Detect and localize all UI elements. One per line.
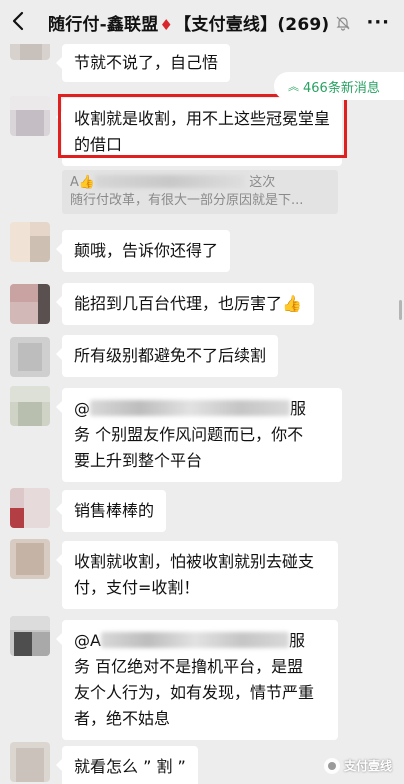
message-bubble[interactable]: @A 服 务 百亿绝对不是撸机平台，是盟 友个人行为，如有发现，情节严重 者，绝不… [56, 620, 338, 740]
avatar[interactable] [10, 284, 50, 324]
watermark-logo-icon [323, 757, 340, 774]
avatar[interactable] [10, 222, 50, 262]
scrollbar[interactable] [399, 300, 402, 320]
mention-lead: @ [74, 399, 90, 418]
thumbs-up-icon: 👍 [78, 175, 96, 190]
message-bubble[interactable]: 收割就收割，怕被收割就别去碰支 付，支付=收割！ [56, 541, 338, 609]
back-button[interactable] [0, 0, 36, 44]
watermark-label: 支付壹线 [343, 759, 392, 773]
bell-muted-icon [336, 16, 350, 31]
quote-lead: A [70, 175, 79, 190]
mention-tail: 服 [288, 631, 305, 650]
message-text: 销售棒棒的 [74, 501, 155, 520]
chevron-left-icon [12, 11, 24, 31]
message-line: 务 个别盟友作风问题而已，你不 [74, 425, 304, 444]
chat-header: 随行付-鑫联盟♦【支付壹线】(269) ··· [0, 0, 404, 44]
message-bubble[interactable]: 能招到几百台代理，也厉害了👍 [56, 283, 314, 325]
title-suffix: 【支付壹线】 [174, 14, 278, 35]
thumbs-up-icon: 👍 [282, 294, 302, 313]
mention-tail: 服 [290, 399, 307, 418]
message-bubble[interactable]: 收割就是收割，用不上这些冠冕堂皇的借口 [56, 98, 342, 166]
message-text: 节就不说了，自己悟 [74, 53, 219, 72]
message-text: 能招到几百台代理，也厉害了 [74, 294, 283, 313]
watermark: 支付壹线 [323, 757, 392, 774]
title-prefix: 随行付-鑫联盟 [48, 14, 159, 35]
double-chevron-up-icon: ︽ [288, 80, 299, 93]
avatar[interactable] [10, 742, 50, 782]
diamond-icon: ♦ [159, 15, 174, 34]
message-line: 友个人行为，如有发现，情节严重 [74, 683, 315, 702]
avatar[interactable] [10, 386, 50, 426]
more-dots-icon[interactable]: ··· [366, 12, 390, 33]
message-bubble[interactable]: 颠哦，告诉你还得了 [55, 230, 231, 272]
new-messages-label: 466条新消息 [303, 80, 380, 96]
quote-line2: 随行付改革，有很大一部分原因就是下... [70, 193, 304, 208]
blurred-name [100, 632, 289, 648]
quoted-message[interactable]: A👍 这次 随行付改革，有很大一部分原因就是下... [62, 170, 338, 214]
avatar[interactable] [10, 539, 50, 579]
message-text: 就看怎么 ” 割 ” [74, 757, 186, 776]
blurred-name [95, 175, 246, 188]
message-text: 颠哦，告诉你还得了 [74, 241, 219, 260]
message-line: 要上升到整个平台 [74, 451, 203, 470]
message-bubble[interactable]: 销售棒棒的 [55, 490, 167, 532]
message-bubble[interactable]: 就看怎么 ” 割 ” [56, 746, 198, 784]
message-line: 收割就收割，怕被收割就别去碰支 [74, 552, 315, 571]
quote-tail: 这次 [249, 175, 276, 190]
message-line: 付，支付=收割！ [74, 578, 200, 597]
avatar[interactable] [10, 488, 50, 528]
member-count: (269) [277, 14, 330, 35]
chat-title: 随行付-鑫联盟♦【支付壹线】(269) [48, 10, 329, 35]
message-bubble[interactable]: 所有级别都避免不了后续割 [55, 335, 279, 377]
message-line: 务 百亿绝对不是撸机平台，是盟 [74, 657, 304, 676]
avatar[interactable] [10, 96, 50, 136]
message-line: 者，绝不姑息 [74, 709, 171, 728]
message-bubble[interactable]: @ 服 务 个别盟友作风问题而已，你不 要上升到整个平台 [56, 388, 342, 482]
avatar[interactable] [10, 337, 50, 377]
message-bubble[interactable]: 节就不说了，自己悟 [55, 44, 231, 82]
blurred-name [90, 400, 290, 416]
avatar[interactable] [10, 616, 50, 656]
message-text: 所有级别都避免不了后续割 [74, 346, 267, 365]
message-text: 收割就是收割，用不上这些冠冕堂皇的借口 [74, 109, 331, 154]
mention-lead: @A [74, 631, 101, 650]
new-messages-button[interactable]: ︽ 466条新消息 [274, 72, 404, 100]
